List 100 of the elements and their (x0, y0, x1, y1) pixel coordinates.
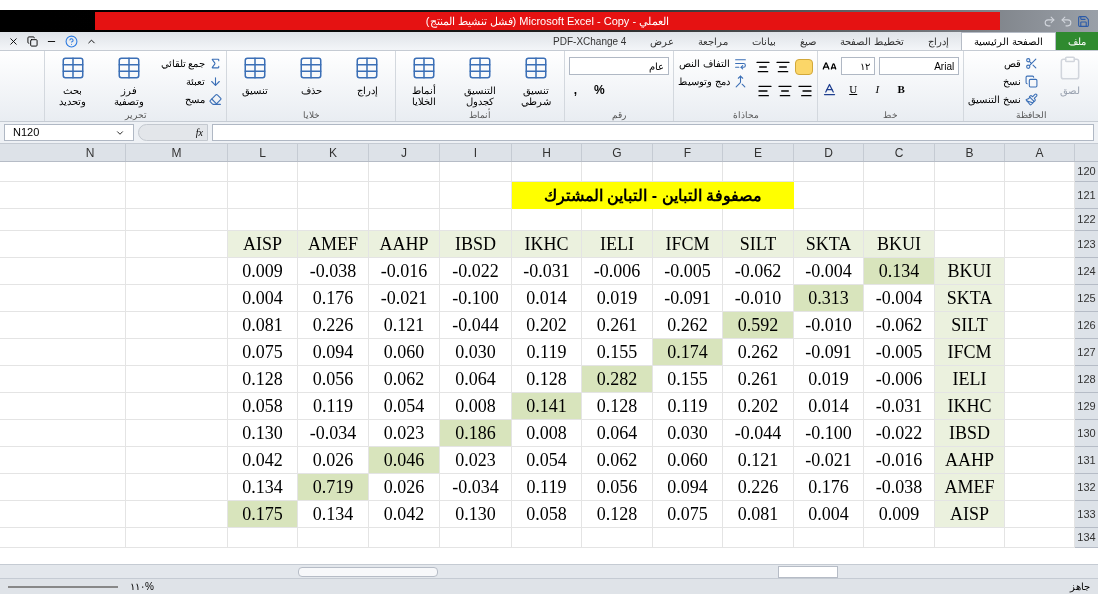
close-icon[interactable] (8, 35, 19, 47)
ribbon-tab[interactable]: PDF-XChange 4 (541, 32, 639, 50)
fx-button[interactable]: fx (138, 124, 208, 141)
empty-cell (723, 528, 794, 548)
format-button[interactable]: I (869, 81, 886, 97)
row-header[interactable]: 129 (1075, 393, 1098, 420)
column-header[interactable]: M (126, 144, 228, 161)
file-tab[interactable]: ملف (1056, 32, 1098, 50)
row-header[interactable]: 125 (1075, 285, 1098, 312)
row-header[interactable]: 133 (1075, 501, 1098, 528)
table-cell: 0.226 (298, 312, 369, 339)
format-button[interactable]: U (845, 81, 862, 97)
table-icon (242, 55, 269, 81)
column-header[interactable]: D (794, 144, 864, 161)
table-cell: 0.282 (582, 366, 653, 393)
row-header[interactable]: 127 (1075, 339, 1098, 366)
table-icon (467, 55, 494, 81)
row-header[interactable]: 130 (1075, 420, 1098, 447)
align-middle-icon[interactable] (775, 59, 792, 75)
formula-field[interactable] (212, 124, 1094, 141)
ribbon-tab[interactable]: الصفحة الرئيسية (961, 32, 1056, 50)
row-label-cell: IELI (935, 366, 1005, 393)
column-header[interactable]: G (582, 144, 653, 161)
column-header[interactable]: K (298, 144, 369, 161)
column-header[interactable]: L (228, 144, 298, 161)
align-right-icon[interactable] (797, 83, 814, 99)
row-header[interactable]: 122 (1075, 209, 1098, 231)
ribbon-button[interactable]: تنسيق (227, 51, 284, 109)
restore-icon[interactable] (27, 35, 38, 47)
empty-cell (653, 528, 723, 548)
empty-cell (369, 182, 440, 209)
number-format-button[interactable]: % (593, 81, 606, 99)
align-bottom-icon[interactable] (755, 59, 772, 75)
table-cell: 0.064 (440, 366, 512, 393)
column-header[interactable]: E (723, 144, 794, 161)
ribbon-button[interactable]: حذف (283, 51, 340, 109)
horizontal-scrollbar[interactable] (298, 566, 438, 577)
ribbon-tab[interactable]: صيغ (788, 32, 829, 50)
ribbon-tab[interactable]: بيانات (740, 32, 789, 50)
ribbon-small-button[interactable]: التفاف النص (678, 55, 748, 71)
column-header[interactable]: C (864, 144, 935, 161)
table-cell: 0.058 (512, 501, 582, 528)
empty-cell (440, 528, 512, 548)
row-header[interactable]: 128 (1075, 366, 1098, 393)
ribbon-small-button[interactable]: دمج وتوسيط (678, 73, 748, 89)
save-icon[interactable] (1077, 14, 1090, 28)
empty-cell (228, 528, 298, 548)
table-cell: -0.022 (440, 258, 512, 285)
column-header[interactable]: N (55, 144, 126, 161)
ribbon-tab[interactable]: تخطيط الصفحة (828, 32, 917, 50)
row-header[interactable]: 134 (1075, 528, 1098, 548)
format-button[interactable]: B (893, 81, 910, 97)
empty-cell (794, 528, 864, 548)
number-format-button[interactable]: , (569, 81, 582, 99)
column-header[interactable]: J (369, 144, 440, 161)
name-box[interactable]: N120 (4, 124, 134, 141)
ribbon-small-button[interactable]: قص (968, 55, 1038, 71)
ribbon-small-button[interactable]: نسخ التنسيق (968, 91, 1038, 107)
ribbon-button[interactable]: التنسيق كجدول (452, 51, 509, 109)
font-name-field[interactable]: Arial (879, 57, 960, 75)
column-header[interactable]: H (512, 144, 582, 161)
ribbon-button[interactable]: إدراج (339, 51, 396, 109)
help-icon[interactable] (65, 34, 78, 48)
ribbon-button[interactable]: أنماط الخلايا (396, 51, 453, 109)
row-header[interactable]: 131 (1075, 447, 1098, 474)
column-header[interactable]: B (935, 144, 1005, 161)
align-center-icon[interactable] (777, 83, 794, 99)
row-header[interactable]: 124 (1075, 258, 1098, 285)
row-header[interactable]: 123 (1075, 231, 1098, 258)
row-header[interactable]: 120 (1075, 162, 1098, 182)
column-header[interactable]: F (653, 144, 723, 161)
table-cell: 0.004 (228, 285, 298, 312)
ribbon-button[interactable]: تنسيق شرطي (508, 51, 565, 109)
ribbon-tab[interactable]: عرض (638, 32, 687, 50)
ribbon-button[interactable]: بحث وتحديد (44, 51, 101, 109)
ribbon-small-button[interactable]: جمع تلقائي (160, 55, 223, 71)
ribbon-tab[interactable]: إدراج (916, 32, 962, 50)
font-size-field[interactable]: ١٢ (841, 57, 876, 75)
ribbon-tab[interactable]: مراجعة (686, 32, 741, 50)
header-cell: AAHP (369, 231, 440, 258)
table-cell: -0.062 (723, 258, 794, 285)
group-label: خلايا (301, 110, 321, 121)
column-header[interactable]: I (440, 144, 512, 161)
ribbon-button[interactable]: فرز وتصفية (100, 51, 157, 109)
align-left-icon[interactable] (757, 83, 774, 99)
ribbon-small-button[interactable]: نسخ (968, 73, 1038, 89)
ribbon-small-button[interactable]: مسح (160, 91, 223, 107)
table-cell: 0.175 (228, 501, 298, 528)
font-color-icon[interactable] (822, 81, 838, 97)
row-header[interactable]: 121 (1075, 182, 1098, 209)
column-header[interactable]: A (1005, 144, 1075, 161)
table-cell: 0.062 (369, 366, 440, 393)
table-cell: 0.081 (723, 501, 794, 528)
ribbon-small-button[interactable]: تعبئة (160, 73, 223, 89)
row-label-cell: AMEF (935, 474, 1005, 501)
row-header[interactable]: 126 (1075, 312, 1098, 339)
zoom-level[interactable]: %١١٠ (130, 579, 154, 594)
table-cell: 0.030 (440, 339, 512, 366)
row-header[interactable]: 132 (1075, 474, 1098, 501)
number-format-field[interactable]: عام (569, 57, 670, 75)
